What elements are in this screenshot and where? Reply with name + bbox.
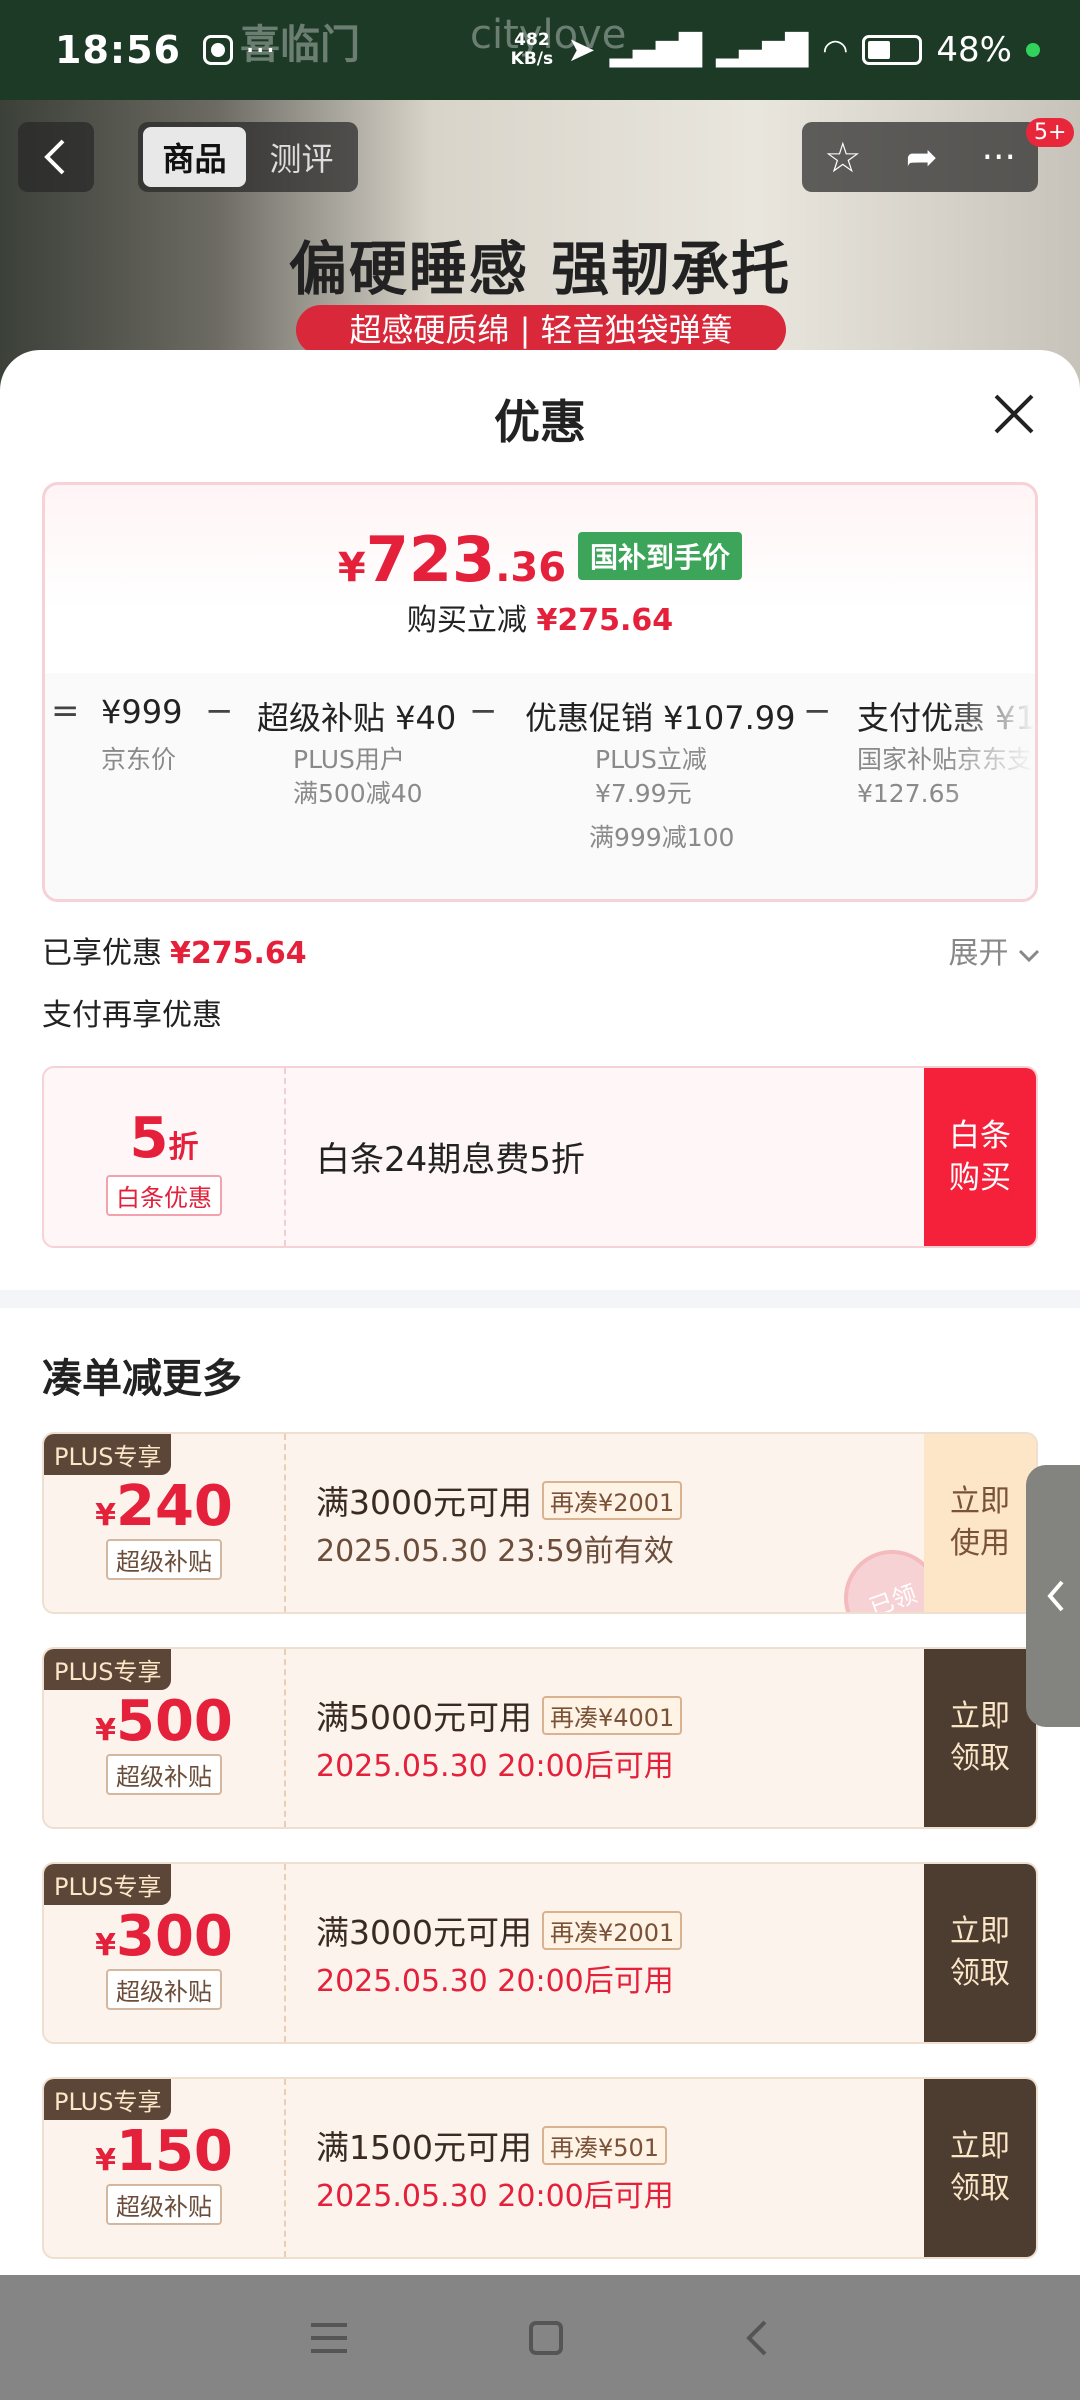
pay-offers-heading: 支付再享优惠 [42,998,222,1033]
plus-badge: PLUS专享 [44,1434,172,1475]
price-formula: = ¥999 京东价 − 超级补贴 ¥40 PLUS用户 满500减40 − 优… [45,673,1035,899]
sheet-title: 优惠 [494,395,586,449]
coupon-card: PLUS专享 ¥300 超级补贴 满3000元可用 再凑¥2001 2025.05… [42,1862,1038,2044]
more-icon[interactable]: ··· [982,137,1016,178]
star-icon[interactable]: ☆ [824,133,862,182]
coupon-tag: 超级补贴 [106,1969,222,2010]
claim-coupon-button[interactable]: 立即领取 [924,1649,1036,1827]
tab-goods[interactable]: 商品 [143,127,246,187]
price-breakdown-card: ¥ 723 .36 国补到手价 购买立减 ¥275.64 = ¥999 京东价 … [42,482,1038,902]
claim-coupon-button[interactable]: 立即领取 [924,2079,1036,2257]
offer-discount: 5折 [129,1106,199,1171]
coupon-validity: 2025.05.30 23:59前有效 [316,1534,674,1569]
plus-badge: PLUS专享 [44,1649,172,1690]
page-tabs: 商品 测评 [138,122,358,192]
chevron-left-icon [44,139,65,175]
hero-tagline: 超感硬质绵 | 轻音独袋弹簧 [296,305,786,355]
coupon-condition: 满3000元可用 再凑¥2001 [316,1906,683,1954]
share-icon[interactable]: ➦ [906,135,938,179]
coupon-condition: 满3000元可用 再凑¥2001 [316,1476,683,1524]
plus-badge: PLUS专享 [44,2079,172,2120]
home-icon[interactable] [528,2320,564,2356]
coupon-condition: 满1500元可用 再凑¥501 [316,2121,668,2169]
coupon-validity: 2025.05.30 20:00后可用 [316,1749,674,1784]
formula-item: 超级补贴 ¥40 [257,699,457,737]
coupon-condition: 满5000元可用 再凑¥4001 [316,1691,683,1739]
hero-title: 偏硬睡感 强韧承托 [288,235,792,303]
coupon-amount: ¥240 [95,1474,233,1539]
coupon-card: PLUS专享 ¥150 超级补贴 满1500元可用 再凑¥501 2025.05.… [42,2077,1038,2259]
wifi-icon: ◠ [822,32,849,68]
signal-icon-2: ▂▄▆█ [715,32,809,68]
status-time: 18:56 [55,28,181,72]
chevron-left-icon [1047,1580,1064,1612]
formula-item: ¥999 [101,693,183,731]
battery-level: 48% [936,30,1012,70]
baitiao-buy-button[interactable]: 白条购买 [924,1068,1036,1246]
baitiao-offer: 5折 白条优惠 白条24期息费5折 白条购买 [42,1066,1038,1248]
subsidy-price-tag: 国补到手价 [578,531,743,580]
coupon-validity: 2025.05.30 20:00后可用 [316,1964,674,1999]
back-button[interactable] [18,122,94,192]
coupon-validity: 2025.05.30 20:00后可用 [316,2179,674,2214]
coupon-amount: ¥300 [95,1904,233,1969]
more-discounts-title: 凑单减更多 [42,1356,242,1402]
use-coupon-button[interactable]: 立即使用 [924,1434,1036,1612]
expand-toggle[interactable]: 展开 [948,928,1040,972]
status-bar: 18:56 ··· 喜临门 citylove 482 KB/s ➤ ▂▄▆█ ▂▄… [0,0,1080,100]
back-nav-icon[interactable] [743,2318,771,2358]
formula-item: 优惠促销 ¥107.99 [525,699,796,737]
offer-tag: 白条优惠 [106,1175,222,1216]
system-nav-bar [0,2275,1080,2400]
coupon-amount: ¥150 [95,2119,233,2184]
ghost-brand-right: citylove [470,12,627,58]
coupon-card: PLUS专享 ¥500 超级补贴 满5000元可用 再凑¥4001 2025.05… [42,1647,1038,1829]
close-icon[interactable] [990,390,1038,438]
coupon-tag: 超级补贴 [106,1539,222,1580]
battery-icon [862,35,923,65]
section-divider [0,1290,1080,1308]
discount-sheet: 优惠 ¥ 723 .36 国补到手价 购买立减 ¥275.64 = ¥999 京… [0,350,1080,2275]
claim-coupon-button[interactable]: 立即领取 [924,1864,1036,2042]
side-drawer-handle[interactable] [1026,1465,1080,1727]
ghost-brand-left: 喜临门 [240,22,360,68]
coupon-amount: ¥500 [95,1689,233,1754]
notification-icon [202,35,233,65]
menu-icon[interactable] [309,2321,349,2355]
top-actions: ☆ ➦ ··· [802,122,1038,192]
tab-review[interactable]: 测评 [250,127,353,187]
instant-discount: 购买立减 ¥275.64 [406,603,674,638]
final-price: ¥ 723 .36 国补到手价 [45,523,1035,596]
enjoyed-discount: 已享优惠 ¥275.64 [42,936,307,971]
coupon-tag: 超级补贴 [106,2184,222,2225]
privacy-dot-icon [1026,43,1040,57]
coupon-tag: 超级补贴 [106,1754,222,1795]
coupon-card: PLUS专享 ¥240 超级补贴 满3000元可用 再凑¥2001 2025.05… [42,1432,1038,1614]
chevron-down-icon [1018,949,1040,963]
plus-badge: PLUS专享 [44,1864,172,1905]
message-badge: 5+ [1026,118,1075,147]
offer-text: 白条24期息费5折 [316,1140,585,1180]
